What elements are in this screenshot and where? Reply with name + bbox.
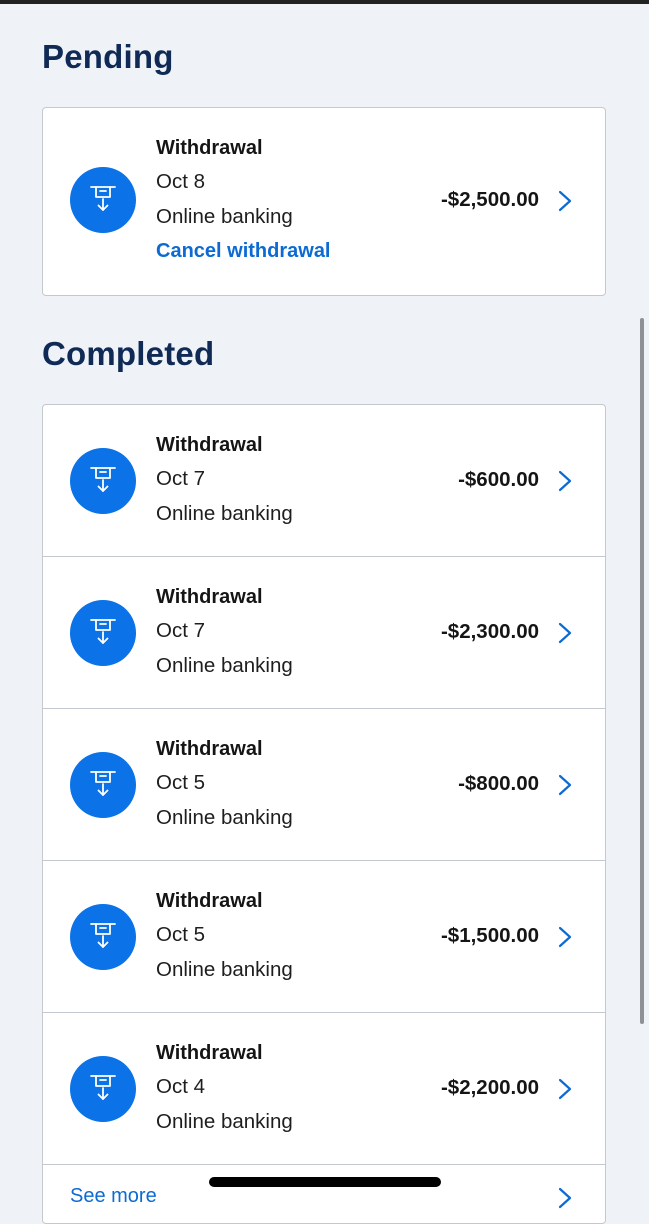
chevron-right-icon[interactable] [557, 470, 573, 492]
chevron-right-icon[interactable] [557, 774, 573, 796]
transaction-row[interactable]: Withdrawal Oct 5 Online banking -$1,500.… [43, 861, 605, 1013]
transaction-amount: -$2,300.00 [440, 620, 539, 643]
transaction-row[interactable]: Withdrawal Oct 4 Online banking -$2,200.… [43, 1013, 605, 1165]
see-more-row[interactable]: See more [43, 1165, 605, 1223]
atm-withdrawal-icon [70, 167, 136, 233]
completed-section-title: Completed [42, 335, 215, 372]
transaction-row[interactable]: Withdrawal Oct 7 Online banking -$2,300.… [43, 557, 605, 709]
transaction-method: Online banking [156, 204, 293, 228]
transaction-details: Withdrawal Oct 7 Online banking [156, 428, 293, 531]
atm-withdrawal-icon [70, 904, 136, 970]
atm-withdrawal-icon [70, 752, 136, 818]
pending-section-title: Pending [42, 38, 174, 75]
transaction-amount: -$2,500.00 [440, 188, 539, 211]
transaction-amount: -$1,500.00 [440, 924, 539, 947]
transaction-method: Online banking [156, 1109, 293, 1133]
atm-withdrawal-icon [70, 600, 136, 666]
scrollbar[interactable] [640, 318, 644, 1024]
transaction-title: Withdrawal [156, 738, 263, 760]
transaction-row[interactable]: Withdrawal Oct 5 Online banking -$800.00 [43, 709, 605, 861]
transaction-method: Online banking [156, 653, 293, 677]
transaction-title: Withdrawal [156, 434, 263, 456]
atm-withdrawal-icon [70, 1056, 136, 1122]
home-indicator[interactable] [209, 1177, 441, 1187]
transaction-date: Oct 7 [156, 619, 205, 642]
cancel-withdrawal-link[interactable]: Cancel withdrawal [156, 234, 331, 268]
transaction-method: Online banking [156, 501, 293, 525]
chevron-right-icon[interactable] [557, 622, 573, 644]
transaction-amount: -$600.00 [458, 468, 539, 491]
completed-card: Withdrawal Oct 7 Online banking -$600.00… [42, 404, 606, 1224]
transaction-title: Withdrawal [156, 137, 263, 159]
transaction-details: Withdrawal Oct 8 Online banking Cancel w… [156, 131, 331, 268]
see-more-link[interactable]: See more [70, 1185, 157, 1208]
transaction-amount: -$2,200.00 [440, 1076, 539, 1099]
atm-withdrawal-icon [70, 448, 136, 514]
chevron-right-icon[interactable] [557, 1078, 573, 1100]
transaction-date: Oct 5 [156, 923, 205, 946]
transaction-title: Withdrawal [156, 890, 263, 912]
transaction-date: Oct 8 [156, 170, 205, 193]
transaction-method: Online banking [156, 805, 293, 829]
transaction-amount: -$800.00 [458, 772, 539, 795]
status-bar-edge [0, 0, 649, 4]
transaction-date: Oct 7 [156, 467, 205, 490]
transaction-title: Withdrawal [156, 586, 263, 608]
transaction-details: Withdrawal Oct 5 Online banking [156, 884, 293, 987]
transaction-title: Withdrawal [156, 1042, 263, 1064]
transaction-date: Oct 4 [156, 1075, 205, 1098]
chevron-right-icon[interactable] [557, 190, 573, 212]
pending-card: Withdrawal Oct 8 Online banking Cancel w… [42, 107, 606, 296]
pending-transaction-row[interactable]: Withdrawal Oct 8 Online banking Cancel w… [43, 108, 605, 294]
transaction-date: Oct 5 [156, 771, 205, 794]
chevron-right-icon[interactable] [557, 1187, 573, 1209]
transaction-method: Online banking [156, 957, 293, 981]
transaction-details: Withdrawal Oct 5 Online banking [156, 732, 293, 835]
chevron-right-icon[interactable] [557, 926, 573, 948]
transaction-row[interactable]: Withdrawal Oct 7 Online banking -$600.00 [43, 405, 605, 557]
transaction-details: Withdrawal Oct 4 Online banking [156, 1036, 293, 1139]
transaction-details: Withdrawal Oct 7 Online banking [156, 580, 293, 683]
